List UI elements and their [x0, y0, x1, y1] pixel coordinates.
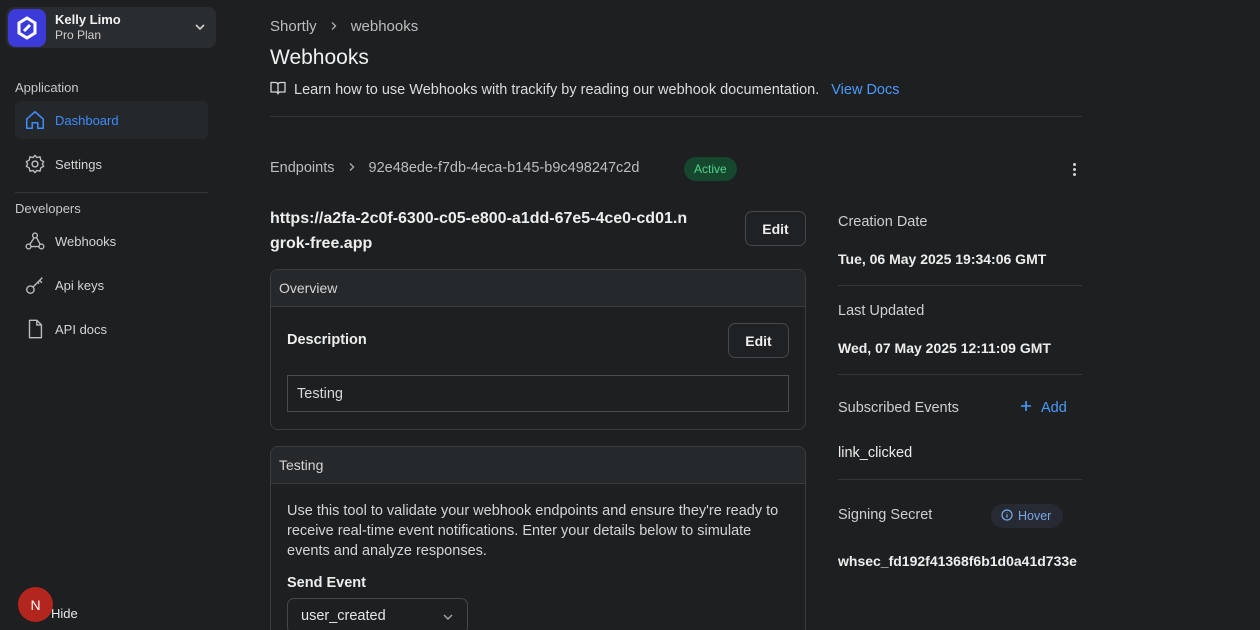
creation-date-label: Creation Date: [838, 214, 928, 230]
details-divider: [838, 479, 1082, 480]
breadcrumb-current: webhooks: [350, 18, 419, 35]
breadcrumb: Shortly webhooks: [270, 18, 418, 35]
profile-name: Kelly Limo: [55, 12, 121, 27]
document-icon: [24, 318, 46, 340]
testing-header: Testing: [271, 447, 805, 484]
signing-secret-label: Signing Secret: [838, 507, 933, 523]
sidebar: Kelly Limo Pro Plan Application Dashboar…: [0, 0, 224, 630]
event-select-value: user_created: [301, 608, 386, 624]
sidebar-item-label: Api keys: [55, 277, 105, 293]
info-icon: [1001, 508, 1013, 524]
sidebar-item-label: Dashboard: [55, 112, 119, 128]
profile-plan: Pro Plan: [55, 28, 102, 42]
endpoint-url: https://a2fa-2c0f-6300-c05-e800-a1dd-67e…: [270, 210, 688, 252]
status-badge: Active: [684, 157, 737, 181]
hide-sidebar-button[interactable]: Hide: [51, 606, 78, 621]
key-icon: [24, 274, 46, 296]
page-title: Webhooks: [270, 46, 369, 69]
edit-description-button[interactable]: Edit: [728, 323, 789, 358]
section-label-application: Application: [15, 80, 79, 95]
overview-header: Overview: [271, 270, 805, 307]
sidebar-item-webhooks[interactable]: Webhooks: [15, 222, 208, 260]
book-icon: [270, 81, 286, 99]
hover-reveal-badge[interactable]: Hover: [991, 504, 1064, 528]
app-logo: [8, 9, 46, 47]
last-updated-label: Last Updated: [838, 303, 925, 319]
header-divider: [270, 116, 1082, 117]
details-divider: [838, 374, 1082, 375]
add-event-button[interactable]: Add: [1020, 400, 1067, 416]
docs-hint: Learn how to use Webhooks with trackify …: [270, 81, 900, 99]
testing-card: Testing Use this tool to validate your w…: [270, 446, 806, 630]
sidebar-item-settings[interactable]: Settings: [15, 145, 208, 183]
sidebar-item-api-docs[interactable]: API docs: [15, 310, 208, 348]
sidebar-item-label: Webhooks: [55, 233, 117, 249]
chevron-right-icon: [329, 18, 339, 35]
subscribed-events-label: Subscribed Events: [838, 400, 959, 416]
sidebar-item-label: API docs: [55, 321, 108, 337]
plus-icon: [1020, 400, 1032, 416]
subscribed-event-item: link_clicked: [838, 445, 913, 461]
chevron-down-icon[interactable]: [194, 20, 206, 38]
hover-label: Hover: [1018, 509, 1052, 523]
account-switcher[interactable]: Kelly Limo Pro Plan: [6, 7, 216, 48]
last-updated-value: Wed, 07 May 2025 12:11:09 GMT: [838, 340, 1051, 356]
details-divider: [838, 285, 1082, 286]
webhook-icon: [24, 230, 46, 252]
chevron-right-icon: [347, 160, 357, 176]
add-label: Add: [1041, 400, 1067, 416]
endpoints-link[interactable]: Endpoints: [270, 160, 335, 176]
home-icon: [24, 109, 46, 131]
endpoint-id: 92e48ede-f7db-4eca-b145-b9c498247c2d: [368, 160, 640, 176]
more-options-icon[interactable]: [1066, 160, 1082, 178]
docs-text: Learn how to use Webhooks with trackify …: [294, 82, 820, 98]
description-label: Description: [287, 332, 367, 348]
event-select[interactable]: user_created: [287, 598, 468, 630]
description-field[interactable]: Testing: [287, 375, 789, 412]
section-label-developers: Developers: [15, 201, 81, 216]
signing-secret-value: whsec_fd192f41368f6b1d0a41d733e: [838, 553, 1077, 569]
avatar[interactable]: N: [18, 587, 53, 622]
edit-url-button[interactable]: Edit: [745, 211, 806, 246]
overview-card: Overview Description Edit Testing: [270, 269, 806, 430]
sidebar-item-dashboard[interactable]: Dashboard: [15, 101, 208, 139]
sidebar-item-api-keys[interactable]: Api keys: [15, 266, 208, 304]
view-docs-link[interactable]: View Docs: [831, 82, 899, 98]
chevron-down-icon: [442, 611, 454, 627]
breadcrumb-root[interactable]: Shortly: [270, 18, 317, 35]
sidebar-divider: [15, 192, 208, 193]
sidebar-item-label: Settings: [55, 156, 102, 172]
gear-icon: [24, 153, 46, 175]
endpoint-breadcrumb: Endpoints 92e48ede-f7db-4eca-b145-b9c498…: [270, 160, 639, 176]
send-event-label: Send Event: [287, 575, 366, 591]
testing-description: Use this tool to validate your webhook e…: [287, 503, 779, 559]
creation-date-value: Tue, 06 May 2025 19:34:06 GMT: [838, 251, 1047, 267]
